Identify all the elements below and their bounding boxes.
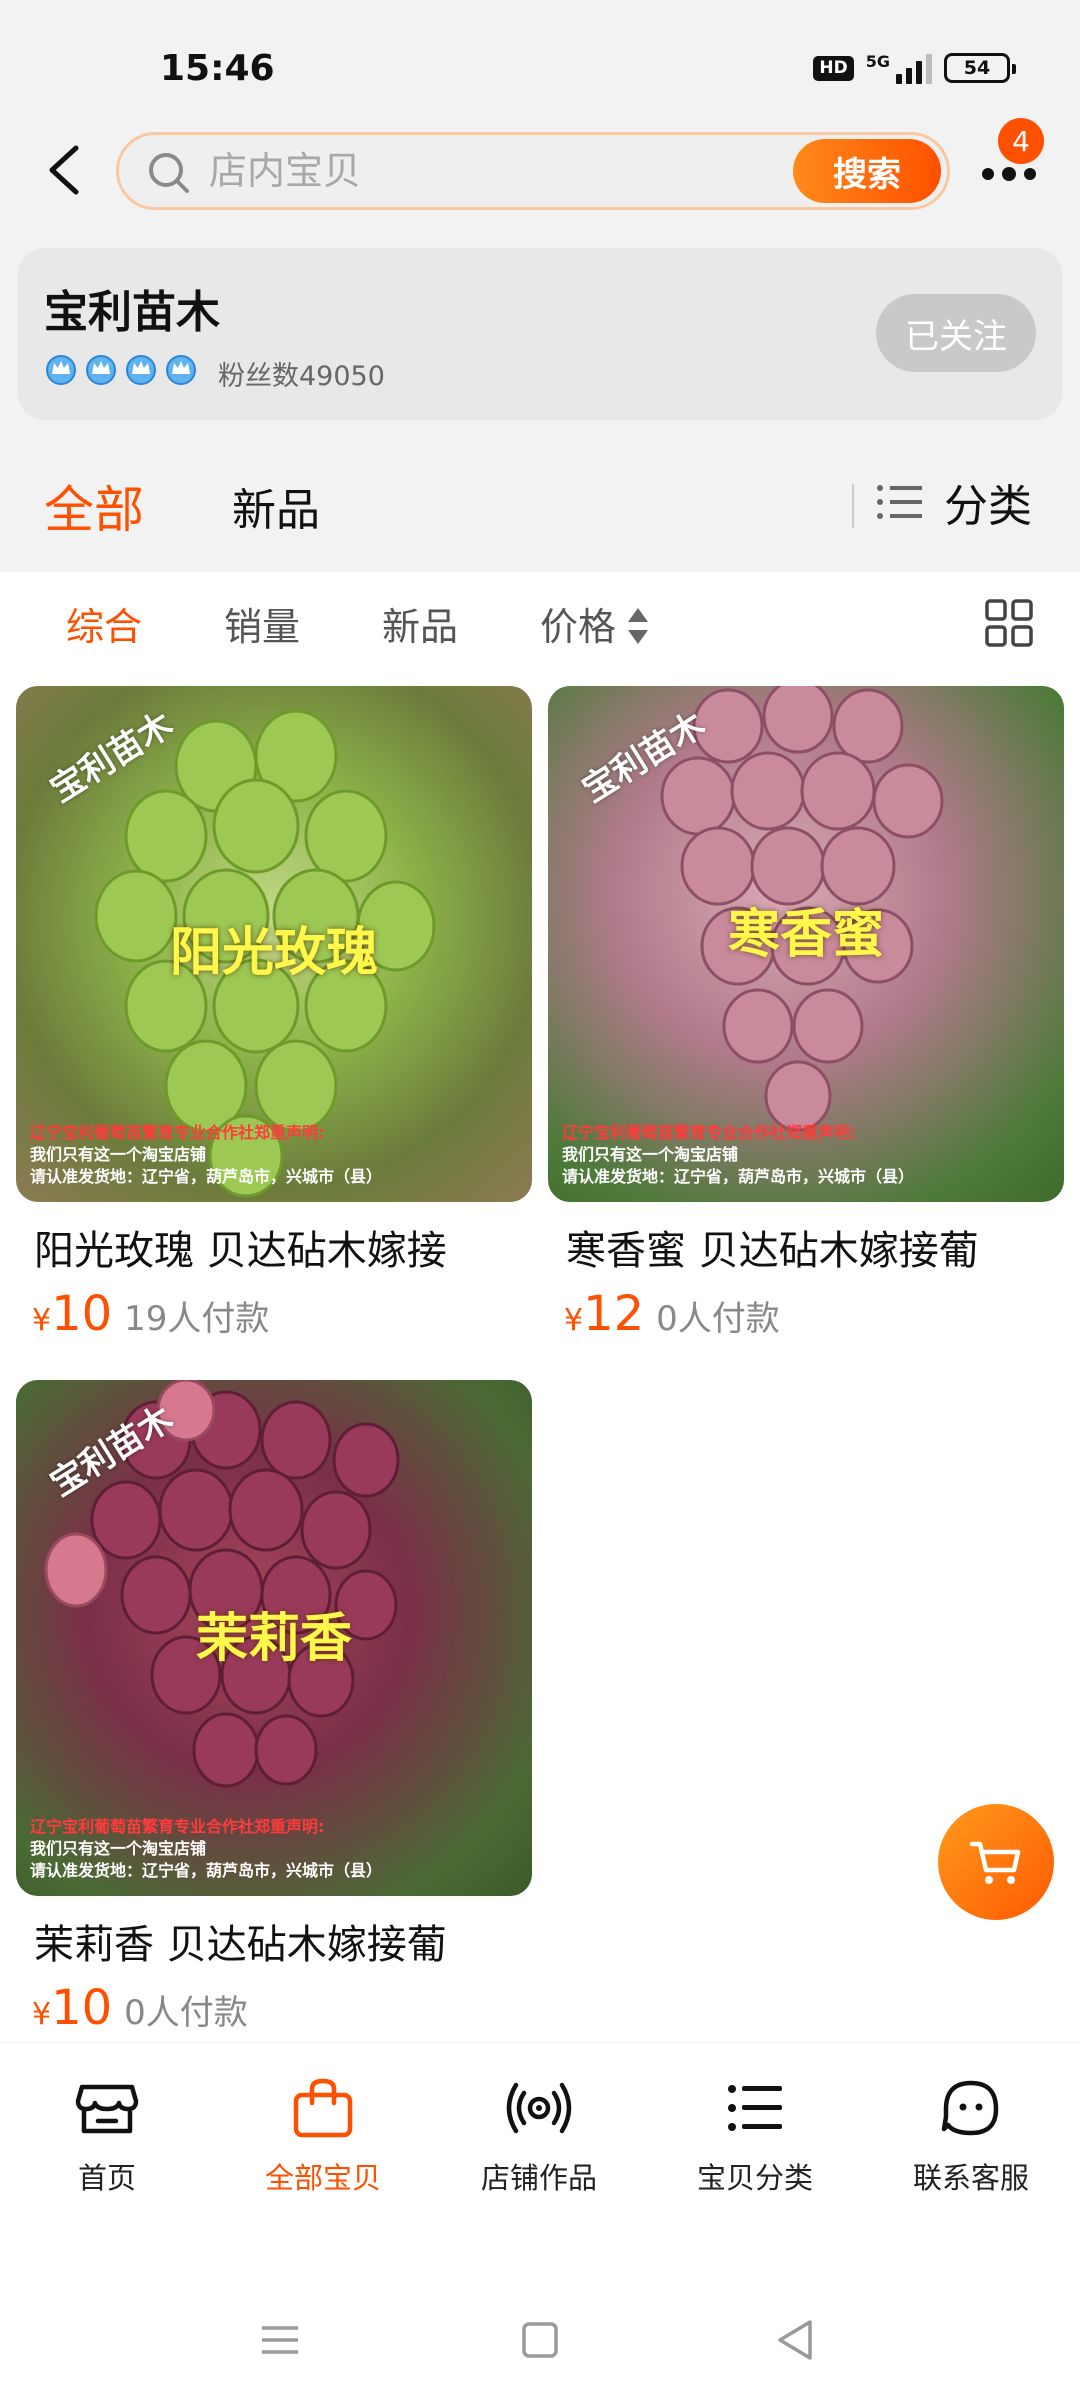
- grid-view-icon[interactable]: [984, 598, 1034, 648]
- image-variety-label: 寒香蜜: [727, 905, 884, 965]
- bottom-nav: 首页 全部宝贝 店铺作品 宝贝分类 联系客服: [0, 2042, 1080, 2238]
- battery-level: 54: [963, 57, 991, 79]
- battery-icon: 54: [944, 53, 1016, 83]
- status-time: 15:46: [160, 48, 275, 89]
- search-bar[interactable]: 店内宝贝 搜索: [116, 132, 950, 210]
- list-icon: [877, 485, 922, 519]
- crown-icon: [166, 355, 196, 385]
- nav-store-works[interactable]: 店铺作品: [454, 2073, 624, 2197]
- more-icon: [982, 167, 1036, 181]
- product-image[interactable]: 宝利苗木 茉莉香 辽宁宝利葡萄苗繁育专业合作社郑重声明: 我们只有这一个淘宝店铺…: [16, 1380, 532, 1896]
- price-row: ¥ 10 19人付款: [16, 1286, 532, 1342]
- product-title[interactable]: 寒香蜜 贝达砧木嫁接葡: [548, 1218, 1064, 1276]
- tab-divider: [852, 484, 854, 528]
- crown-icon: [86, 355, 116, 385]
- product-title[interactable]: 阳光玫瑰 贝达砧木嫁接: [16, 1218, 532, 1276]
- signal-icon: 5G: [866, 52, 932, 84]
- nav-label: 首页: [77, 2161, 136, 2195]
- product-price: 12: [583, 1286, 645, 1342]
- product-title[interactable]: 茉莉香 贝达砧木嫁接葡: [16, 1912, 532, 1970]
- crown-icon: [46, 355, 76, 385]
- sales-count: 0人付款: [656, 1299, 780, 1339]
- hd-badge: HD: [813, 55, 854, 81]
- image-notice-line: 辽宁宝利葡萄苗繁育专业合作社郑重声明:: [562, 1123, 857, 1142]
- currency-symbol: ¥: [564, 1303, 584, 1338]
- sales-count: 19人付款: [124, 1299, 270, 1339]
- sort-new[interactable]: 新品: [382, 596, 458, 651]
- tab-category-label: 分类: [944, 481, 1032, 532]
- product-card[interactable]: 宝利苗木 阳光玫瑰 辽宁宝利葡萄苗繁育专业合作社郑重声明: 我们只有这一个淘宝店…: [16, 686, 532, 1342]
- sort-comprehensive[interactable]: 综合: [66, 596, 142, 651]
- back-nav-icon[interactable]: [766, 2310, 826, 2370]
- store-icon: [75, 2084, 139, 2134]
- nav-label: 联系客服: [912, 2161, 1029, 2195]
- nav-label: 宝贝分类: [696, 2161, 813, 2195]
- search-input[interactable]: 店内宝贝: [209, 135, 361, 207]
- network-type: 5G: [865, 52, 890, 71]
- image-variety-label: 阳光玫瑰: [169, 923, 378, 983]
- nav-item-categories[interactable]: 宝贝分类: [670, 2073, 840, 2197]
- nav-label: 店铺作品: [480, 2161, 597, 2195]
- fan-count: 粉丝数49050: [218, 361, 385, 392]
- menu-icon[interactable]: [250, 2310, 310, 2370]
- nav-all-items[interactable]: 全部宝贝: [238, 2073, 408, 2197]
- image-variety-label: 茉莉香: [195, 1609, 352, 1669]
- product-image[interactable]: 宝利苗木 寒香蜜 辽宁宝利葡萄苗繁育专业合作社郑重声明: 我们只有这一个淘宝店铺…: [548, 686, 1064, 1202]
- sort-arrows-icon: [628, 608, 648, 644]
- product-price: 10: [51, 1286, 113, 1342]
- list-icon: [728, 2085, 782, 2131]
- nav-contact-service[interactable]: 联系客服: [886, 2073, 1056, 2197]
- image-notice-line: 请认准发货地：辽宁省，葫芦岛市，兴城市（县）: [562, 1167, 915, 1186]
- system-nav-bar: [0, 2270, 1080, 2400]
- cart-button[interactable]: [938, 1804, 1054, 1920]
- back-icon[interactable]: [40, 140, 90, 200]
- status-bar: 15:46 HD 5G 54: [0, 0, 1080, 130]
- sort-sales[interactable]: 销量: [224, 596, 300, 651]
- product-price: 10: [51, 1980, 113, 2036]
- nav-label: 全部宝贝: [264, 2161, 381, 2195]
- sort-bar: 综合 销量 新品 价格: [0, 572, 1080, 682]
- cart-icon: [969, 1841, 1021, 1884]
- image-notice-line: 我们只有这一个淘宝店铺: [30, 1839, 207, 1858]
- price-row: ¥ 12 0人付款: [548, 1286, 1064, 1342]
- image-notice-line: 我们只有这一个淘宝店铺: [30, 1145, 207, 1164]
- home-icon[interactable]: [510, 2310, 570, 2370]
- product-image[interactable]: 宝利苗木 阳光玫瑰 辽宁宝利葡萄苗繁育专业合作社郑重声明: 我们只有这一个淘宝店…: [16, 686, 532, 1202]
- image-notice: 辽宁宝利葡萄苗繁育专业合作社郑重声明: 我们只有这一个淘宝店铺 请认准发货地：辽…: [562, 1122, 1042, 1188]
- product-card[interactable]: 宝利苗木 茉莉香 辽宁宝利葡萄苗繁育专业合作社郑重声明: 我们只有这一个淘宝店铺…: [16, 1380, 532, 2036]
- image-notice-line: 辽宁宝利葡萄苗繁育专业合作社郑重声明:: [30, 1817, 325, 1836]
- notification-badge: 4: [998, 118, 1044, 164]
- product-card[interactable]: 宝利苗木 寒香蜜 辽宁宝利葡萄苗繁育专业合作社郑重声明: 我们只有这一个淘宝店铺…: [548, 686, 1064, 1342]
- tab-all[interactable]: 全部: [44, 470, 144, 542]
- image-notice-line: 请认准发货地：辽宁省，葫芦岛市，兴城市（县）: [30, 1167, 383, 1186]
- service-icon: [941, 2080, 999, 2136]
- price-row: ¥ 10 0人付款: [16, 1980, 532, 2036]
- sort-price[interactable]: 价格: [540, 596, 616, 651]
- store-rating: [44, 352, 198, 386]
- image-notice-line: 辽宁宝利葡萄苗繁育专业合作社郑重声明:: [30, 1123, 325, 1142]
- currency-symbol: ¥: [32, 1997, 52, 2032]
- sales-count: 0人付款: [124, 1993, 248, 2033]
- store-name: 宝利苗木: [44, 287, 220, 338]
- broadcast-icon: [506, 2082, 572, 2134]
- crown-icon: [126, 355, 156, 385]
- tab-new[interactable]: 新品: [232, 474, 320, 538]
- status-icons: HD 5G 54: [813, 52, 1016, 84]
- more-button[interactable]: 4: [970, 118, 1050, 198]
- follow-button[interactable]: 已关注: [876, 294, 1036, 372]
- image-notice: 辽宁宝利葡萄苗繁育专业合作社郑重声明: 我们只有这一个淘宝店铺 请认准发货地：辽…: [30, 1122, 510, 1188]
- currency-symbol: ¥: [32, 1303, 52, 1338]
- tab-category[interactable]: 分类: [876, 470, 1032, 534]
- store-page: 15:46 HD 5G 54 店内宝贝 搜索 4 宝利苗木 粉丝数49050 已…: [0, 0, 1080, 2400]
- bag-icon: [293, 2078, 353, 2138]
- store-card: 宝利苗木 粉丝数49050 已关注: [18, 248, 1062, 420]
- search-button[interactable]: 搜索: [793, 139, 941, 203]
- search-icon: [149, 153, 189, 193]
- image-notice: 辽宁宝利葡萄苗繁育专业合作社郑重声明: 我们只有这一个淘宝店铺 请认准发货地：辽…: [30, 1816, 510, 1882]
- image-notice-line: 我们只有这一个淘宝店铺: [562, 1145, 739, 1164]
- main-tabs: 全部 新品 分类: [0, 450, 1080, 560]
- image-notice-line: 请认准发货地：辽宁省，葫芦岛市，兴城市（县）: [30, 1861, 383, 1880]
- nav-home[interactable]: 首页: [22, 2073, 192, 2197]
